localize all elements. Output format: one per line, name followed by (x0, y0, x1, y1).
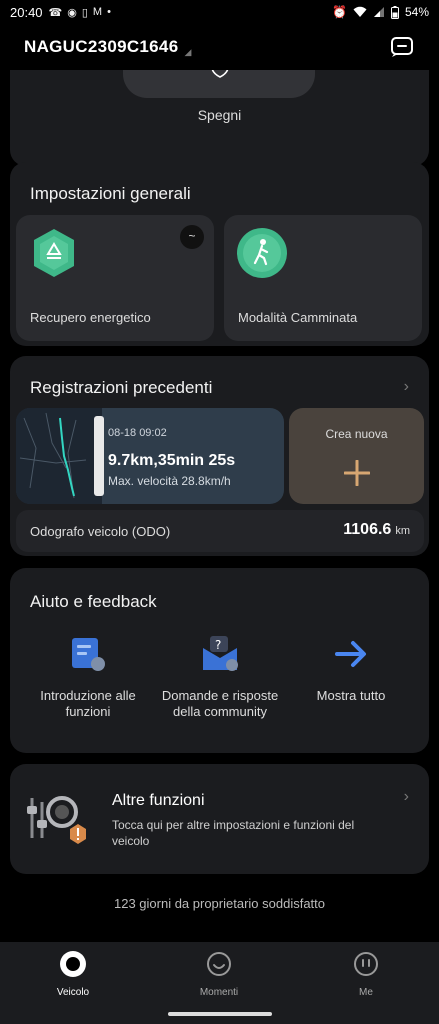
walking-mode-label: Modalità Camminata (238, 310, 358, 325)
help-title: Aiuto e feedback (30, 592, 157, 611)
power-off-label: Spegni (197, 107, 242, 123)
records-chevron-right-icon[interactable]: › (404, 378, 409, 396)
odometer-row: Odografo veicolo (ODO) 1106.6 km (16, 510, 424, 552)
trip-max-speed: Max. velocità 28.8km/h (108, 474, 231, 488)
feature-intro-item[interactable]: Introduzione alle funzioni (18, 634, 158, 720)
battery-icon (390, 5, 399, 19)
trip-record[interactable]: 08-18 09:02 9.7km,35min 25s Max. velocit… (16, 408, 284, 504)
owner-days-text: 123 giorni da proprietario soddisfatto (113, 896, 326, 911)
power-card: Spegni (10, 70, 429, 166)
gmail-icon: M (92, 6, 103, 18)
vehicle-icon (60, 951, 86, 977)
battery-percent: 54% (404, 5, 429, 19)
tilde-toggle-icon[interactable]: ~ (180, 225, 204, 249)
home-indicator[interactable] (168, 1012, 272, 1016)
general-settings-title: Impostazioni generali (30, 184, 191, 203)
energy-recovery-label: Recupero energetico (30, 310, 151, 325)
signal-icon (373, 7, 384, 17)
general-settings-card: Impostazioni generali ~ Recupero energet… (10, 162, 429, 346)
alarm-icon: ⏰ (332, 5, 347, 19)
guide-card-icon (72, 638, 105, 671)
energy-recovery-tile[interactable]: ~ Recupero energetico (16, 215, 214, 341)
dropdown-caret-icon[interactable]: ◢ (184, 47, 191, 58)
odometer-unit: km (395, 525, 410, 537)
nav-me-label: Me (359, 987, 373, 998)
more-functions-title: Altre funzioni (112, 792, 205, 809)
odometer-value: 1106.6 km (343, 521, 410, 539)
profile-icon (354, 952, 378, 976)
plus-icon (344, 460, 370, 486)
message-icon[interactable] (389, 34, 415, 60)
help-card: Aiuto e feedback Introduzione alle funzi… (10, 568, 429, 753)
trip-map-thumbnail (16, 408, 102, 504)
wifi-icon (353, 6, 367, 17)
recycle-icon (34, 229, 74, 277)
scroll-content[interactable]: Spegni Impostazioni generali ~ Recupero … (0, 70, 439, 942)
shield-icon (211, 70, 229, 78)
feature-intro-label: Introduzione alle funzioni (40, 688, 136, 719)
trip-date: 08-18 09:02 (108, 427, 167, 439)
arrow-right-icon (335, 641, 366, 667)
more-functions-description: Tocca qui per altre impostazioni e funzi… (112, 818, 355, 848)
phone-plus-icon: ▯ (81, 6, 88, 19)
nav-moments-label: Momenti (199, 987, 239, 998)
device-selector[interactable]: NAGUC2309C1646 (24, 37, 178, 57)
moments-icon (207, 952, 231, 976)
show-all-label: Mostra tutto (316, 688, 386, 703)
status-time: 20:40 (10, 4, 43, 20)
community-qa-icon: ? (203, 636, 238, 671)
svg-text:?: ? (215, 638, 221, 652)
status-bar: 20:40 ☎ ◉ ▯ M • ⏰ 54% (0, 0, 439, 24)
vehicle-settings-icon (27, 796, 86, 844)
whatsapp-icon: ☎ (48, 6, 63, 19)
odometer-label: Odografo veicolo (ODO) (30, 524, 171, 539)
create-new-label: Crea nuova (325, 427, 388, 441)
community-qa-label: Domande e risposte della community (161, 688, 279, 719)
nav-vehicle[interactable]: Veicolo (28, 950, 118, 998)
nav-me[interactable]: Me (321, 950, 411, 998)
community-qa-item[interactable]: ? Domande e risposte della community (150, 634, 290, 720)
more-chevron-right-icon[interactable]: › (404, 788, 409, 806)
app-header: NAGUC2309C1646 ◢ (0, 24, 439, 70)
walking-mode-tile[interactable]: Modalità Camminata (224, 215, 422, 341)
odometer-number: 1106.6 (343, 521, 392, 538)
more-functions-card[interactable]: Altre funzioni Tocca qui per altre impos… (10, 764, 429, 874)
walking-icon (237, 228, 287, 278)
nav-moments[interactable]: Momenti (174, 950, 264, 998)
records-card: Registrazioni precedenti › 08-18 09:02 9… (10, 356, 429, 556)
bottom-nav: Veicolo Momenti Me (0, 942, 439, 1024)
dot-icon: • (107, 6, 111, 18)
create-new-button[interactable]: Crea nuova (289, 408, 424, 504)
nav-vehicle-label: Veicolo (56, 987, 90, 998)
trip-summary: 9.7km,35min 25s (108, 452, 236, 469)
trip-map-edge (94, 416, 104, 496)
records-title[interactable]: Registrazioni precedenti (30, 378, 212, 398)
camera-icon: ◉ (67, 6, 77, 19)
show-all-item[interactable]: Mostra tutto (281, 634, 421, 704)
